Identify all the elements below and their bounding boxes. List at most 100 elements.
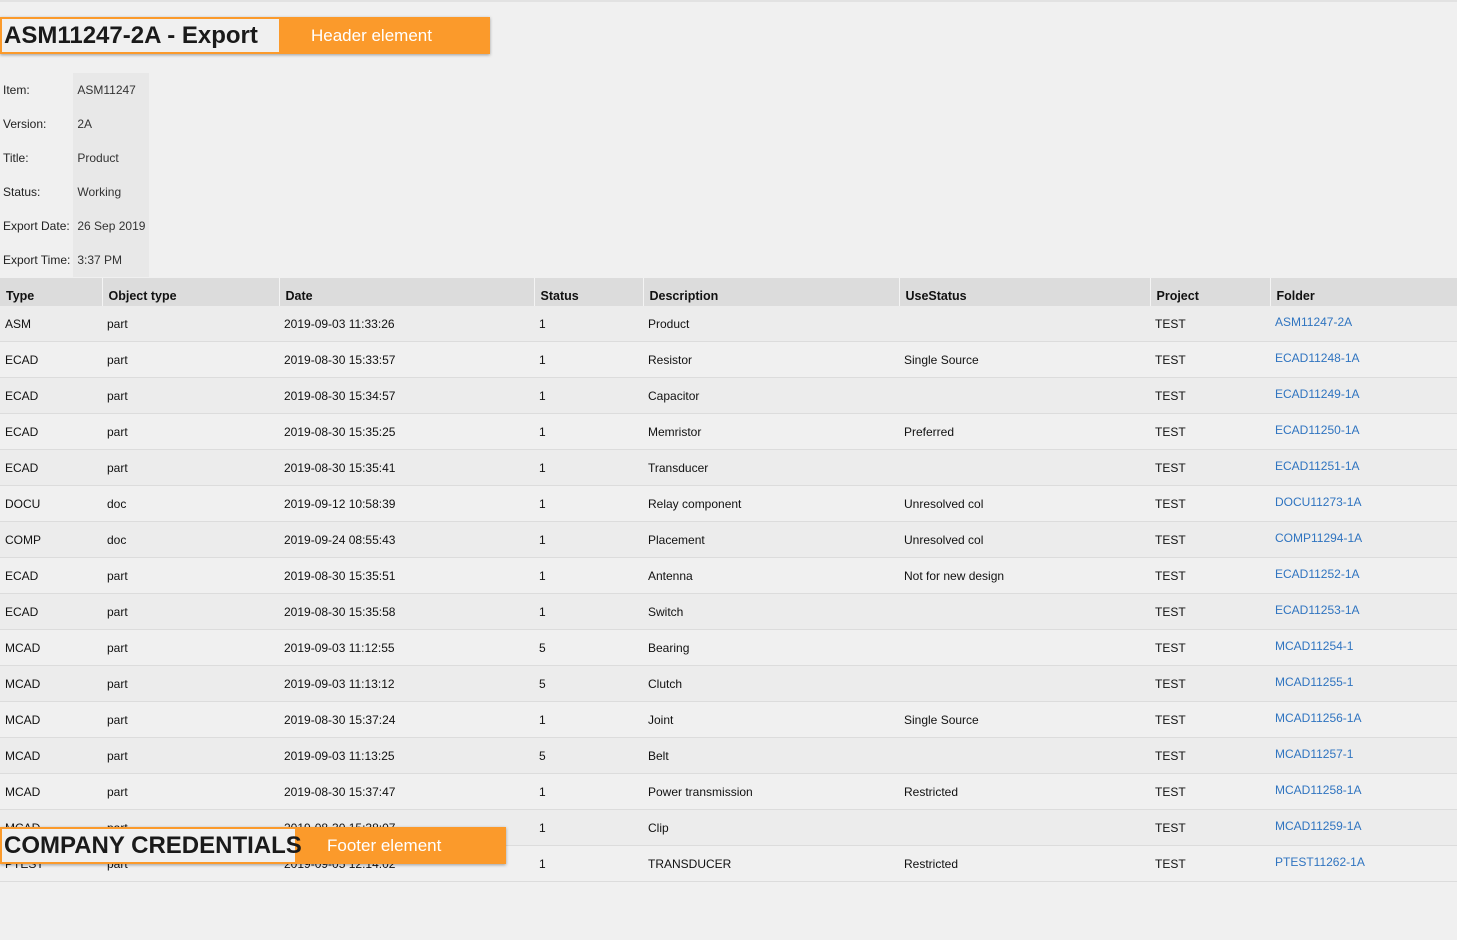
folder-link[interactable]: ECAD11252-1A	[1270, 557, 1457, 594]
folder-link[interactable]: MCAD11255-1	[1270, 665, 1457, 702]
cell-type: DOCU	[0, 485, 102, 522]
cell-type: ECAD	[0, 341, 102, 378]
cell-usestatus	[899, 665, 1150, 702]
cell-type: MCAD	[0, 665, 102, 702]
table-row[interactable]: ECAD part 2019-08-30 15:35:58 1 Switch TEST EC…	[0, 593, 1457, 630]
column-header-project[interactable]: Project	[1150, 278, 1271, 306]
cell-status: 1	[534, 701, 643, 738]
metadata-value: 2A	[73, 107, 150, 141]
cell-status: 1	[534, 485, 643, 522]
metadata-value: ASM11247	[73, 73, 150, 107]
folder-link[interactable]: DOCU11273-1A	[1270, 485, 1457, 522]
table-row[interactable]: ECAD part 2019-08-30 15:35:41 1 Transducer TE…	[0, 449, 1457, 486]
column-header-status[interactable]: Status	[534, 278, 644, 306]
cell-usestatus	[899, 593, 1150, 630]
header-element-label: Header element	[311, 25, 432, 45]
folder-link[interactable]: MCAD11258-1A	[1270, 773, 1457, 810]
cell-project: TEST	[1150, 557, 1270, 594]
cell-status: 1	[534, 521, 643, 558]
folder-link[interactable]: COMP11294-1A	[1270, 521, 1457, 558]
table-row[interactable]: MCAD part 2019-09-03 11:13:12 5 Clutch TEST MC…	[0, 665, 1457, 702]
cell-project: TEST	[1150, 485, 1270, 522]
cell-project: TEST	[1150, 845, 1270, 882]
cell-project: TEST	[1150, 809, 1270, 846]
metadata-row: Export Date: 26 Sep 2019	[0, 209, 150, 243]
table-row[interactable]: MCAD part 2019-08-30 15:37:47 1 Power transm…	[0, 773, 1457, 810]
table-row[interactable]: DOCU doc 2019-09-12 10:58:39 1 Relay compone…	[0, 485, 1457, 522]
cell-project: TEST	[1150, 521, 1270, 558]
folder-link[interactable]: ECAD11248-1A	[1270, 341, 1457, 378]
cell-project: TEST	[1150, 341, 1270, 378]
cell-usestatus: Preferred	[899, 413, 1150, 450]
cell-status: 1	[534, 557, 643, 594]
folder-link[interactable]: ECAD11253-1A	[1270, 593, 1457, 630]
cell-date: 2019-09-03 11:33:26	[279, 306, 534, 342]
folder-link[interactable]: PTEST11262-1A	[1270, 845, 1457, 882]
table-row[interactable]: MCAD part 2019-09-03 11:12:55 5 Bearing TEST M…	[0, 629, 1457, 666]
folder-link[interactable]: MCAD11254-1	[1270, 629, 1457, 666]
cell-usestatus: Not for new design	[899, 557, 1150, 594]
top-divider	[0, 0, 1457, 2]
cell-project: TEST	[1150, 593, 1270, 630]
cell-date: 2019-08-30 15:37:24	[279, 701, 534, 738]
cell-date: 2019-09-03 11:13:25	[279, 737, 534, 774]
folder-link[interactable]: ASM11247-2A	[1270, 306, 1457, 342]
cell-status: 1	[534, 809, 643, 846]
cell-type: COMP	[0, 521, 102, 558]
metadata-label: Version:	[3, 117, 47, 131]
table-row[interactable]: ECAD part 2019-08-30 15:35:25 1 Memristor Pre…	[0, 413, 1457, 450]
table-row[interactable]: ECAD part 2019-08-30 15:33:57 1 Resistor Sing…	[0, 341, 1457, 378]
folder-link[interactable]: MCAD11259-1A	[1270, 809, 1457, 846]
column-header-usestatus[interactable]: UseStatus	[899, 278, 1151, 306]
cell-date: 2019-08-30 15:35:51	[279, 557, 534, 594]
table-row[interactable]: ECAD part 2019-08-30 15:35:51 1 Antenna Not f…	[0, 557, 1457, 594]
cell-project: TEST	[1150, 449, 1270, 486]
metadata-label: Export Date:	[3, 219, 70, 233]
metadata-value: Product	[73, 141, 150, 175]
cell-object-type: part	[102, 413, 279, 450]
cell-date: 2019-08-30 15:33:57	[279, 341, 534, 378]
metadata-label: Item:	[3, 83, 30, 97]
cell-project: TEST	[1150, 665, 1270, 702]
folder-link[interactable]: MCAD11257-1	[1270, 737, 1457, 774]
metadata-label: Export Time:	[3, 253, 71, 267]
cell-status: 1	[534, 593, 643, 630]
cell-description: Transducer	[643, 449, 899, 486]
cell-object-type: part	[102, 593, 279, 630]
table-row[interactable]: ECAD part 2019-08-30 15:34:57 1 Capacitor TES…	[0, 377, 1457, 414]
cell-project: TEST	[1150, 701, 1270, 738]
table-row[interactable]: ASM part 2019-09-03 11:33:26 1 Product TEST AS…	[0, 306, 1457, 342]
cell-type: ECAD	[0, 557, 102, 594]
cell-object-type: doc	[102, 485, 279, 522]
table-row[interactable]: MCAD part 2019-09-03 11:13:25 5 Belt TEST MCAD…	[0, 737, 1457, 774]
folder-link[interactable]: ECAD11249-1A	[1270, 377, 1457, 414]
table-header-row: Type Object type Date Status Description UseS…	[0, 278, 1457, 306]
metadata-value: 3:37 PM	[73, 243, 150, 277]
folder-link[interactable]: MCAD11256-1A	[1270, 701, 1457, 738]
cell-status: 5	[534, 665, 643, 702]
table-row[interactable]: MCAD part 2019-08-30 15:37:24 1 Joint Single …	[0, 701, 1457, 738]
cell-type: ECAD	[0, 449, 102, 486]
cell-usestatus: Unresolved col	[899, 485, 1150, 522]
cell-description: TRANSDUCER	[643, 845, 899, 882]
folder-link[interactable]: ECAD11251-1A	[1270, 449, 1457, 486]
metadata-row: Status: Working	[0, 175, 150, 209]
column-header-object-type[interactable]: Object type	[102, 278, 280, 306]
export-table: Type Object type Date Status Description UseS…	[0, 278, 1457, 882]
metadata-row: Version: 2A	[0, 107, 150, 141]
cell-date: 2019-08-30 15:34:57	[279, 377, 534, 414]
cell-status: 1	[534, 377, 643, 414]
column-header-date[interactable]: Date	[279, 278, 535, 306]
table-row[interactable]: COMP doc 2019-09-24 08:55:43 1 Placement Unre…	[0, 521, 1457, 558]
cell-object-type: part	[102, 341, 279, 378]
column-header-type[interactable]: Type	[0, 278, 103, 306]
cell-description: Joint	[643, 701, 899, 738]
column-header-description[interactable]: Description	[643, 278, 900, 306]
column-header-folder[interactable]: Folder	[1270, 278, 1457, 306]
cell-date: 2019-08-30 15:37:47	[279, 773, 534, 810]
cell-status: 1	[534, 306, 643, 342]
folder-link[interactable]: ECAD11250-1A	[1270, 413, 1457, 450]
export-metadata: Item: ASM11247 Version: 2A Title: Product Stat…	[0, 73, 150, 277]
cell-status: 1	[534, 341, 643, 378]
cell-date: 2019-08-30 15:35:58	[279, 593, 534, 630]
